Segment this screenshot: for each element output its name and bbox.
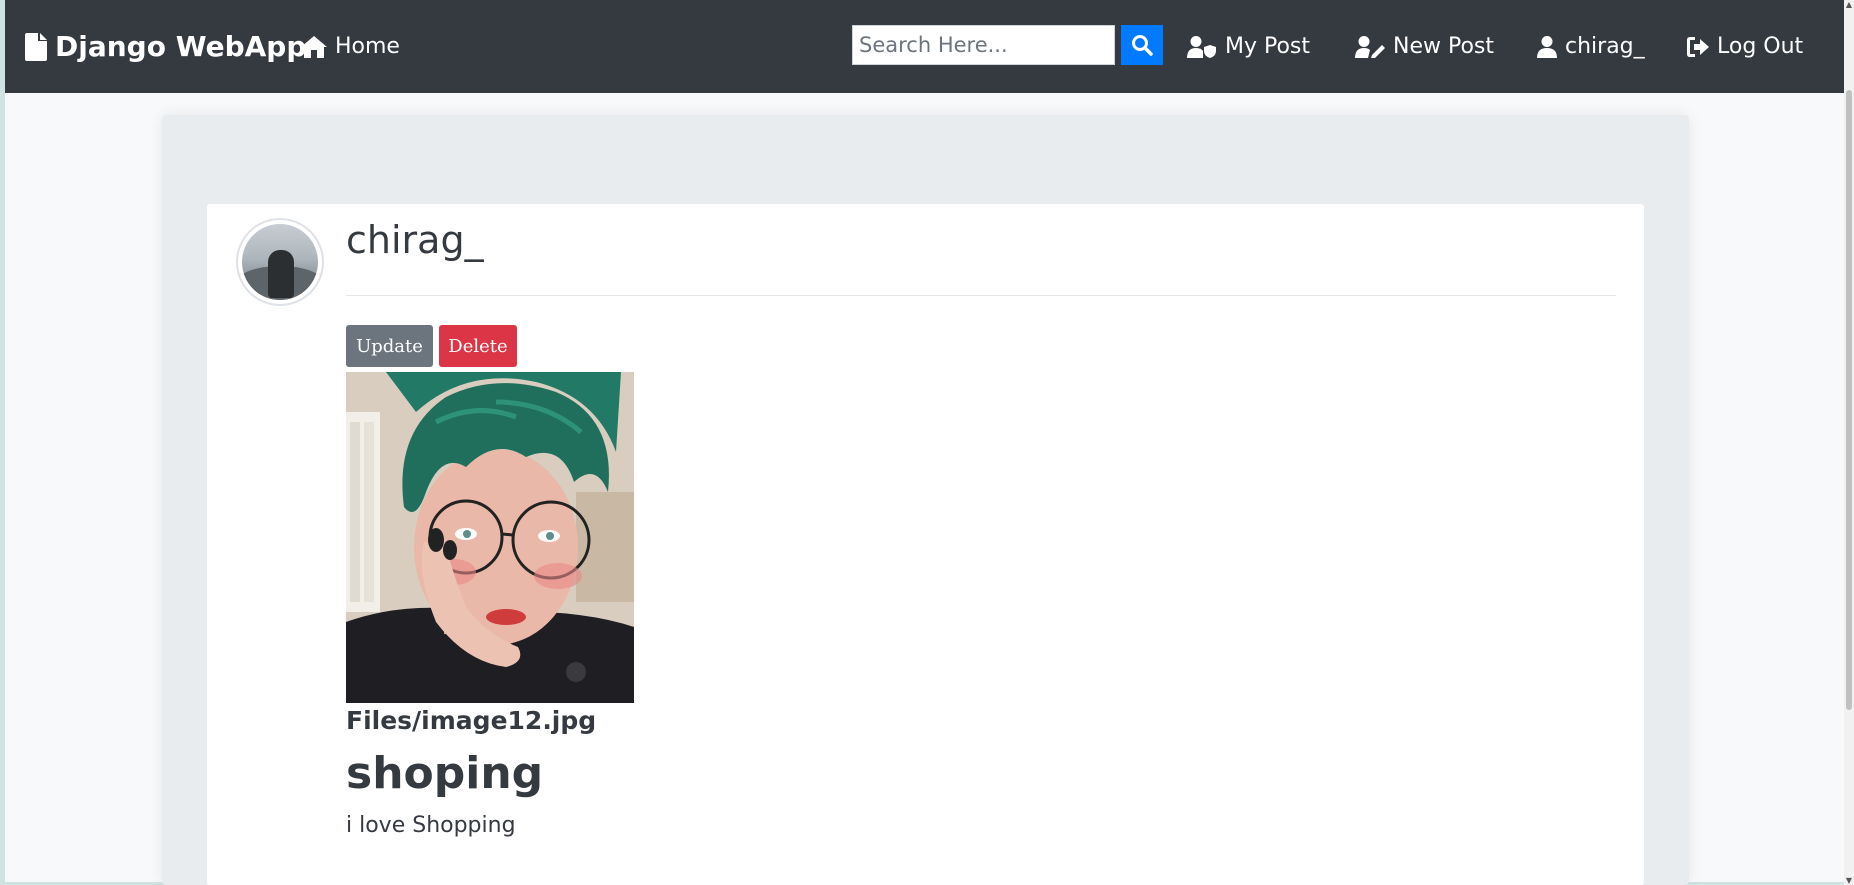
nav-logout[interactable]: Log Out bbox=[1687, 0, 1803, 93]
user-icon bbox=[1537, 35, 1557, 58]
file-icon bbox=[25, 32, 47, 61]
top-navbar: Django WebApp Home My Post New Post bbox=[5, 0, 1844, 93]
page-scrollbar[interactable]: ▲ ▼ bbox=[1844, 0, 1854, 885]
post-title: shoping bbox=[346, 748, 544, 799]
divider bbox=[346, 295, 1616, 296]
brand-link[interactable]: Django WebApp bbox=[25, 0, 306, 93]
nav-home[interactable]: Home bbox=[301, 0, 400, 93]
post-image-filename: Files/image12.jpg bbox=[346, 706, 597, 735]
post-author-link[interactable]: chirag_ bbox=[346, 218, 484, 262]
nav-new-post-label: New Post bbox=[1393, 34, 1495, 59]
scroll-down-arrow-icon[interactable]: ▼ bbox=[1845, 876, 1853, 885]
nav-my-post-label: My Post bbox=[1225, 34, 1311, 59]
brand-label: Django WebApp bbox=[55, 30, 307, 63]
scrollbar-thumb[interactable] bbox=[1846, 90, 1852, 710]
search-icon bbox=[1132, 35, 1153, 56]
author-avatar bbox=[236, 218, 324, 306]
update-button[interactable]: Update bbox=[346, 325, 433, 367]
user-edit-icon bbox=[1355, 35, 1385, 58]
home-icon bbox=[301, 35, 327, 58]
scroll-up-arrow-icon[interactable]: ▲ bbox=[1845, 0, 1853, 9]
post-content: i love Shopping bbox=[346, 813, 516, 838]
nav-user-profile[interactable]: chirag_ bbox=[1537, 0, 1645, 93]
nav-user-label: chirag_ bbox=[1565, 34, 1645, 59]
nav-new-post[interactable]: New Post bbox=[1355, 0, 1494, 93]
search-input[interactable] bbox=[852, 25, 1115, 65]
user-shield-icon bbox=[1187, 35, 1216, 58]
sign-out-icon bbox=[1687, 36, 1709, 57]
delete-button[interactable]: Delete bbox=[439, 325, 517, 367]
search-button[interactable] bbox=[1121, 25, 1163, 65]
nav-logout-label: Log Out bbox=[1717, 34, 1804, 59]
nav-home-label: Home bbox=[335, 34, 400, 59]
post-image bbox=[346, 372, 634, 703]
nav-my-post[interactable]: My Post bbox=[1187, 0, 1310, 93]
